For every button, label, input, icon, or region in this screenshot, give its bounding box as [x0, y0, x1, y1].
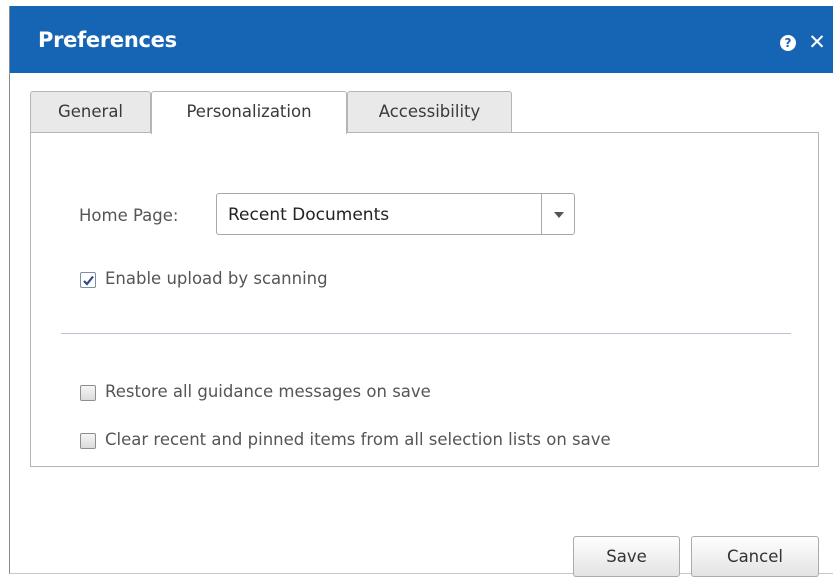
close-icon[interactable]: ✕ — [807, 31, 827, 53]
save-button[interactable]: Save — [573, 536, 680, 577]
cancel-button[interactable]: Cancel — [691, 536, 819, 577]
preferences-dialog: Preferences ? ✕ General Personalization … — [9, 6, 833, 577]
home-page-label: Home Page: — [79, 206, 179, 225]
help-icon[interactable]: ? — [780, 35, 796, 51]
dropdown-button[interactable] — [541, 194, 574, 234]
tab-panel-personalization — [30, 132, 819, 467]
enable-scanning-label[interactable]: Enable upload by scanning — [105, 269, 328, 288]
clear-recent-checkbox[interactable] — [80, 433, 96, 449]
chevron-down-icon — [554, 212, 564, 218]
clear-recent-label[interactable]: Clear recent and pinned items from all s… — [105, 430, 611, 449]
tab-accessibility[interactable]: Accessibility — [347, 91, 512, 133]
section-divider — [61, 333, 791, 334]
home-page-value: Recent Documents — [228, 205, 390, 225]
home-page-select[interactable]: Recent Documents — [216, 193, 575, 235]
restore-guidance-checkbox[interactable] — [80, 385, 96, 401]
enable-scanning-checkbox[interactable] — [80, 272, 96, 288]
dialog-titlebar[interactable]: Preferences ? ✕ — [10, 6, 833, 73]
dialog-title: Preferences — [38, 28, 177, 52]
tab-personalization[interactable]: Personalization — [151, 91, 347, 134]
checkmark-icon — [83, 275, 94, 286]
tab-general[interactable]: General — [30, 91, 151, 133]
restore-guidance-label[interactable]: Restore all guidance messages on save — [105, 382, 431, 401]
